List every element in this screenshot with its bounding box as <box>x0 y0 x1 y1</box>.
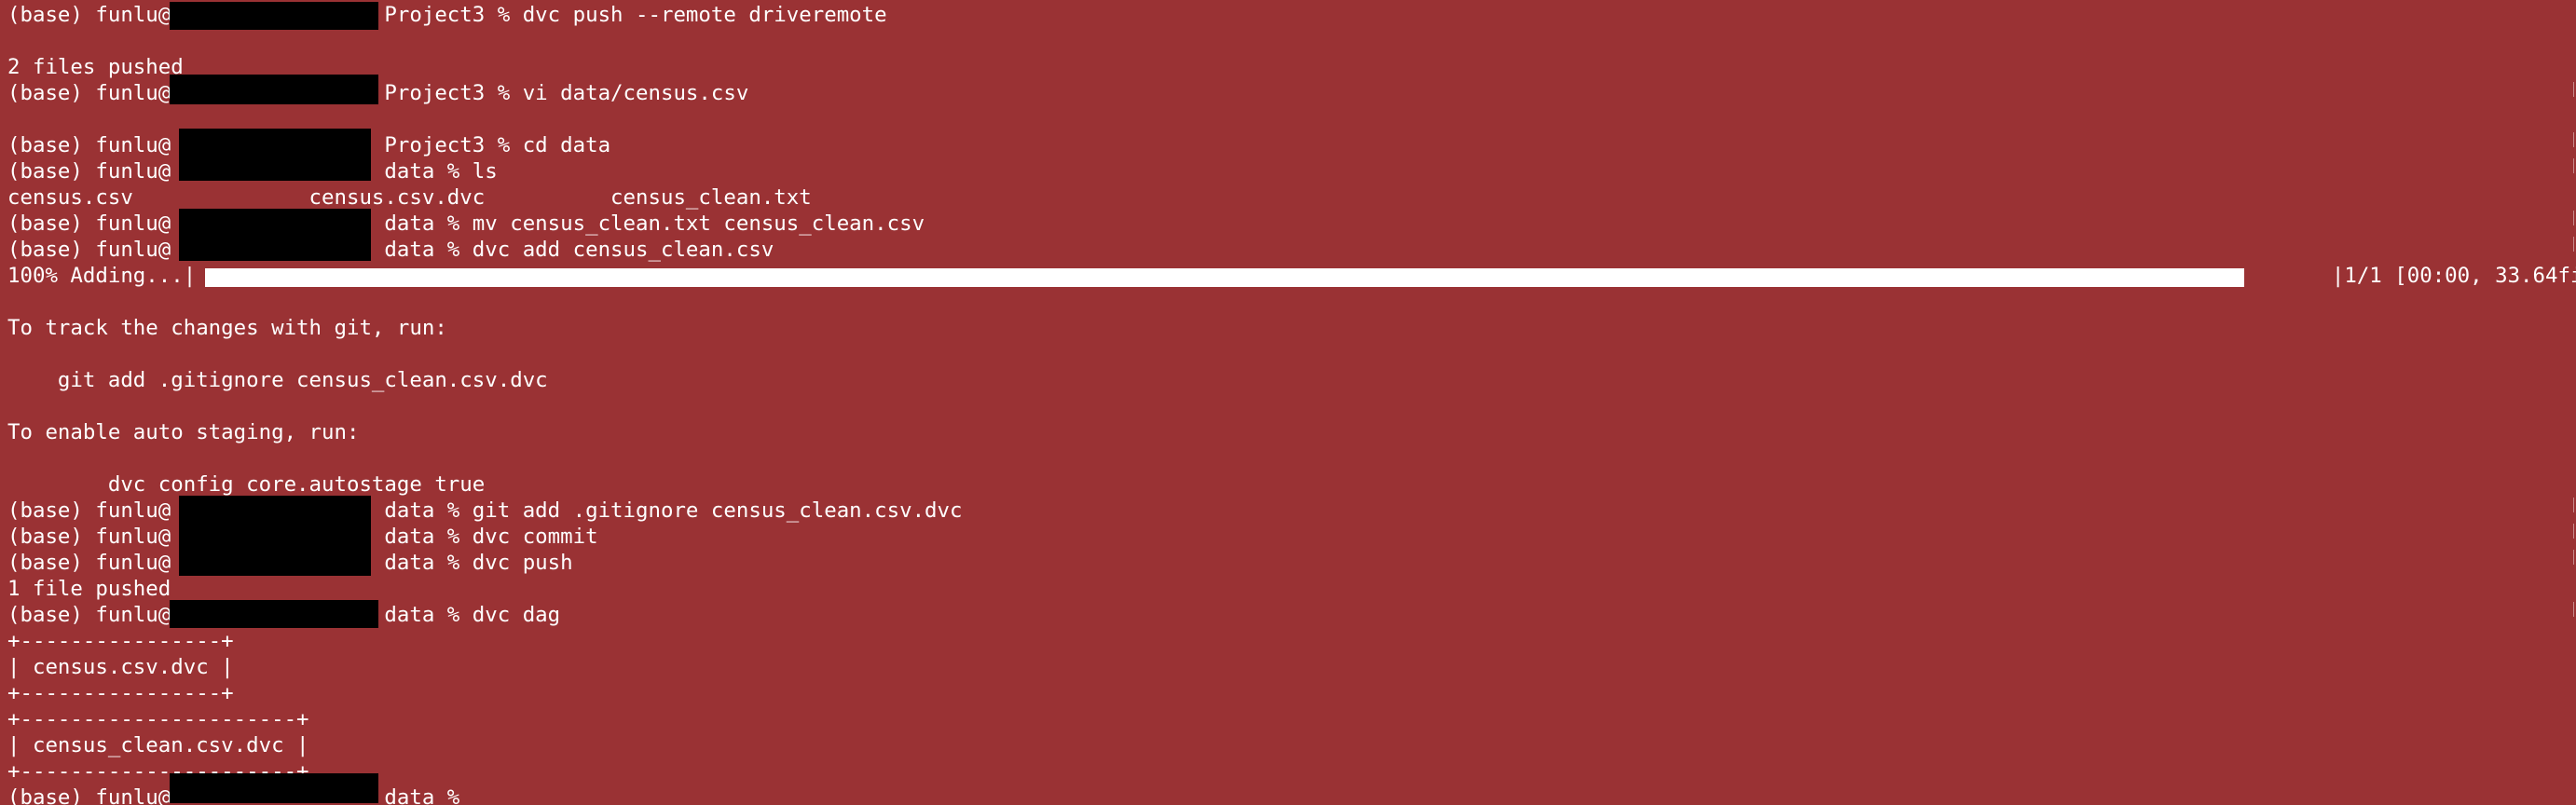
terminal-line: 2 files pushed <box>7 55 184 79</box>
line-marker-icon <box>2570 498 2574 512</box>
line-marker-icon <box>2570 550 2574 565</box>
terminal-line: +----------------+ <box>7 681 234 705</box>
line-marker-icon <box>2570 158 2574 173</box>
terminal-line: 1 file pushed <box>7 577 171 601</box>
terminal-line: (base) funlu@ data % git add .gitignore … <box>7 498 963 523</box>
line-marker-icon <box>2570 211 2574 225</box>
line-marker-icon <box>2570 524 2574 539</box>
redacted-hostname <box>170 2 378 30</box>
terminal-line: census.csv census.csv.dvc census_clean.t… <box>7 185 812 210</box>
terminal-line: +----------------+ <box>7 629 234 653</box>
terminal-line: | census.csv.dvc | <box>7 655 234 679</box>
line-marker-icon <box>2570 82 2574 97</box>
terminal-line: To track the changes with git, run: <box>7 316 447 340</box>
terminal-line: (base) funlu@ Project3 % dvc push --remo… <box>7 3 887 27</box>
terminal-line: dvc config core.autostage true <box>7 472 486 497</box>
scrollbar-track[interactable] <box>2572 0 2576 801</box>
line-marker-icon <box>2570 132 2574 147</box>
terminal-line: (base) funlu@ data % mv census_clean.txt… <box>7 211 925 236</box>
redacted-hostname <box>179 496 371 576</box>
terminal-line: git add .gitignore census_clean.csv.dvc <box>7 368 548 392</box>
redacted-hostname <box>170 773 378 803</box>
redacted-hostname <box>170 75 378 104</box>
terminal-line: +----------------------+ <box>7 707 309 731</box>
line-marker-icon <box>2570 602 2574 617</box>
terminal-window[interactable]: (base) funlu@ Project3 % dvc push --remo… <box>7 2 2576 805</box>
terminal-line: (base) funlu@ data % dvc add census_clea… <box>7 238 774 262</box>
redacted-hostname <box>179 209 371 261</box>
progress-bar-fill <box>205 268 2244 287</box>
terminal-line: | census_clean.csv.dvc | <box>7 733 309 757</box>
terminal-line: To enable auto staging, run: <box>7 420 360 444</box>
redacted-hostname <box>179 129 371 181</box>
redacted-hostname <box>170 600 378 628</box>
line-marker-icon <box>2570 237 2574 252</box>
